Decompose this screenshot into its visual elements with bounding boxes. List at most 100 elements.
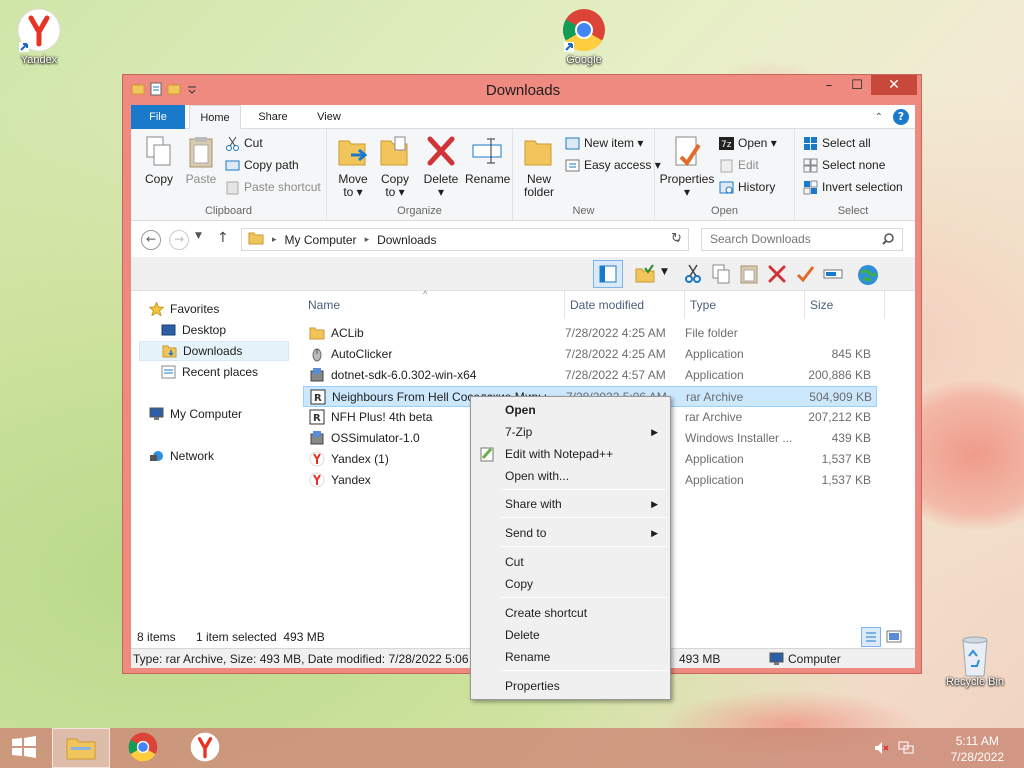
copy-icon[interactable]	[711, 264, 731, 284]
copy-to-button[interactable]: Copy to ▾	[375, 135, 415, 199]
history-button[interactable]: History	[719, 177, 775, 197]
menu-item-send-to[interactable]: Send to ▶	[473, 522, 668, 544]
globe-icon[interactable]	[857, 264, 878, 285]
paste-shortcut-button[interactable]: Paste shortcut	[225, 177, 321, 197]
menu-item-open-with[interactable]: Open with...	[473, 465, 668, 487]
desktop-icon-google[interactable]: Google	[549, 8, 619, 66]
breadcrumb-my-computer[interactable]: My Computer	[285, 233, 357, 247]
invert-selection-button[interactable]: Invert selection	[803, 177, 903, 197]
minimize-button[interactable]: –	[815, 75, 843, 95]
open-button[interactable]: 7z Open ▾	[719, 133, 777, 153]
nav-desktop[interactable]: Desktop	[161, 320, 226, 340]
column-header-type[interactable]: Type	[685, 291, 805, 319]
clock-time: 5:11 AM	[955, 734, 999, 748]
menu-item-rename[interactable]: Rename	[473, 646, 668, 668]
close-button[interactable]: ✕	[871, 75, 917, 95]
paste-icon[interactable]	[739, 264, 759, 284]
help-icon[interactable]: ?	[893, 109, 909, 125]
cut-icon[interactable]	[683, 264, 703, 284]
chrome-icon	[562, 8, 606, 52]
delete-icon[interactable]	[767, 264, 787, 284]
menu-item-open[interactable]: Open	[473, 399, 668, 421]
tab-view[interactable]: View	[303, 105, 355, 129]
maximize-button[interactable]: ☐	[843, 75, 871, 95]
up-arrow-icon[interactable]: ↑	[217, 230, 229, 246]
search-input[interactable]: Search Downloads	[701, 228, 903, 251]
menu-item-share-with[interactable]: Share with ▶	[473, 493, 668, 515]
column-header-date[interactable]: Date modified	[565, 291, 685, 319]
menu-item-copy[interactable]: Copy	[473, 573, 668, 595]
select-none-button[interactable]: Select none	[803, 155, 885, 175]
checkbox-folder-icon[interactable]	[635, 264, 655, 284]
nav-downloads[interactable]: Downloads	[139, 341, 289, 361]
new-folder-icon	[523, 135, 555, 169]
details-view-icon[interactable]	[861, 627, 881, 647]
tab-home[interactable]: Home	[189, 105, 241, 129]
cut-button[interactable]: Cut	[225, 133, 263, 153]
file-row[interactable]: ACLib 7/28/2022 4:25 AM File folder	[303, 323, 877, 344]
paste-button[interactable]: Paste	[181, 135, 221, 186]
menu-item-cut[interactable]: Cut	[473, 551, 668, 573]
new-folder-button[interactable]: New folder	[519, 135, 559, 199]
desktop-icon-yandex[interactable]: Yandex	[4, 8, 74, 66]
tab-file[interactable]: File	[131, 105, 185, 129]
nav-network[interactable]: Network	[149, 446, 214, 466]
column-header-name[interactable]: Name	[303, 291, 565, 319]
clock[interactable]: 5:11 AM 7/28/2022	[951, 733, 1004, 765]
refresh-icon[interactable]: ↻	[671, 231, 682, 246]
menu-item-delete[interactable]: Delete	[473, 624, 668, 646]
desktop-icon	[161, 323, 176, 337]
item-count: 8 items	[137, 630, 176, 644]
move-to-button[interactable]: Move to ▾	[333, 135, 373, 199]
delete-button[interactable]: Delete ▾	[421, 135, 461, 199]
breadcrumb-downloads[interactable]: Downloads	[377, 233, 436, 247]
start-button[interactable]	[0, 728, 48, 768]
view-dropdown-icon[interactable]: ▼	[661, 267, 668, 277]
menu-separator	[501, 546, 667, 547]
menu-item-7zip[interactable]: 7-Zip ▶	[473, 421, 668, 443]
edit-button[interactable]: Edit	[719, 155, 759, 175]
taskbar-file-explorer[interactable]	[52, 728, 110, 768]
taskbar-chrome[interactable]	[114, 728, 172, 768]
svg-text:7z: 7z	[721, 140, 732, 150]
copy-button[interactable]: Copy	[139, 135, 179, 186]
nav-favorites[interactable]: Favorites	[148, 299, 219, 319]
tab-share[interactable]: Share	[247, 105, 299, 129]
new-item-button[interactable]: New item ▾	[565, 133, 643, 153]
rename-button[interactable]: Rename	[465, 135, 510, 186]
nav-recent-places[interactable]: Recent places	[161, 362, 258, 382]
menu-item-properties[interactable]: Properties	[473, 675, 668, 697]
select-all-button[interactable]: Select all	[803, 133, 871, 153]
network-tray-icon[interactable]	[898, 740, 914, 759]
file-row[interactable]: AutoClicker 7/28/2022 4:25 AM Applicatio…	[303, 344, 877, 365]
group-organize: Move to ▾ Copy to ▾ Delete ▾ Rename Orga…	[327, 129, 513, 221]
properties-button[interactable]: Properties ▾	[659, 135, 715, 199]
large-icons-view-icon[interactable]	[885, 628, 903, 649]
back-button[interactable]: ←	[141, 230, 161, 250]
easy-access-button[interactable]: Easy access ▾	[565, 155, 661, 175]
details-location: Computer	[788, 652, 841, 666]
taskbar-yandex[interactable]	[176, 728, 234, 768]
yandex-icon	[309, 451, 325, 467]
yandex-icon	[309, 472, 325, 488]
recent-places-icon	[161, 365, 176, 379]
collapse-ribbon-icon[interactable]: ⌃	[875, 112, 883, 123]
volume-muted-icon[interactable]	[873, 740, 889, 759]
forward-button[interactable]: →	[169, 230, 189, 250]
recent-locations-icon[interactable]: ▼	[195, 231, 202, 241]
svg-text:R: R	[314, 393, 322, 404]
folder-icon	[309, 325, 325, 341]
copy-path-button[interactable]: Copy path	[225, 155, 299, 175]
menu-item-create-shortcut[interactable]: Create shortcut	[473, 602, 668, 624]
navigation-pane-icon[interactable]	[593, 260, 623, 288]
properties-check-icon[interactable]	[795, 264, 815, 284]
file-row[interactable]: dotnet-sdk-6.0.302-win-x64 7/28/2022 4:5…	[303, 365, 877, 386]
rar-archive-icon: R	[309, 409, 325, 425]
menu-item-edit-notepad[interactable]: Edit with Notepad++	[473, 443, 668, 465]
rename-icon[interactable]	[823, 264, 843, 284]
title-bar[interactable]: Downloads – ☐ ✕	[123, 75, 923, 105]
address-bar[interactable]: ▸ My Computer ▸ Downloads ⌄	[241, 228, 689, 251]
desktop-icon-recycle-bin[interactable]: Recycle Bin	[940, 630, 1010, 688]
nav-my-computer[interactable]: My Computer	[149, 404, 242, 424]
column-header-size[interactable]: Size	[805, 291, 885, 319]
